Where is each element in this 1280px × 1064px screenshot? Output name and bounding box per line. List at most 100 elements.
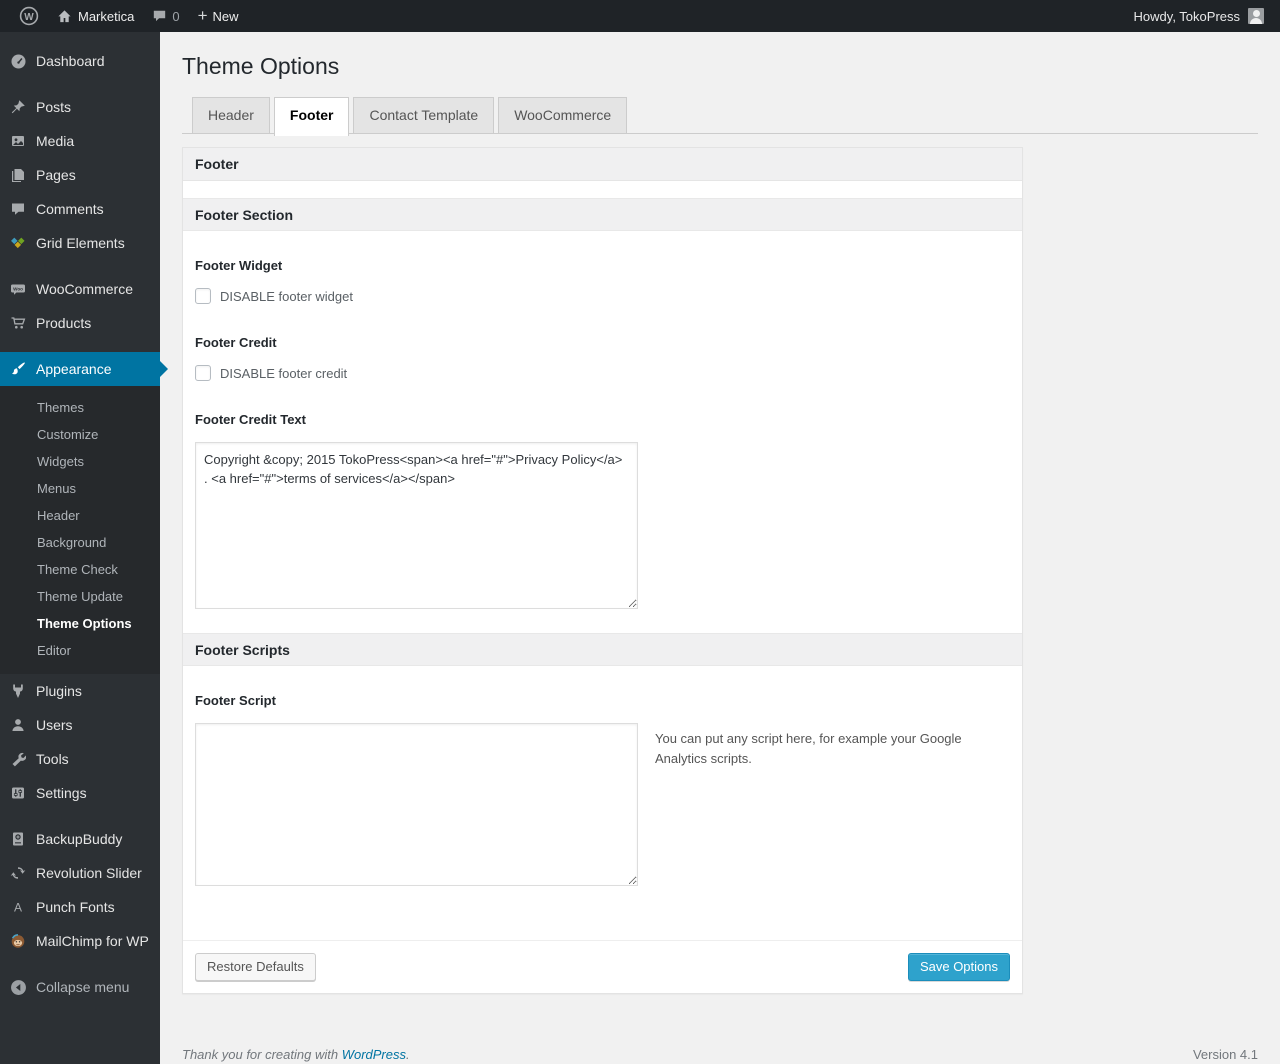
submenu-item-editor[interactable]: Editor [0,637,160,664]
submenu-item-menus[interactable]: Menus [0,475,160,502]
thanks-suffix: . [406,1047,410,1062]
dashboard-icon [8,51,28,71]
sidebar-item-label: MailChimp for WP [36,933,149,949]
sidebar-item-label: Comments [36,201,104,217]
sidebar-item-revolution-slider[interactable]: Revolution Slider [0,856,160,890]
collapse-menu-label: Collapse menu [36,979,130,995]
submenu-item-header[interactable]: Header [0,502,160,529]
grid-elements-icon [8,233,28,253]
disable-footer-widget-label[interactable]: DISABLE footer widget [220,289,353,304]
tab-contact-template[interactable]: Contact Template [353,97,495,133]
section-header-footer-section[interactable]: Footer Section [183,198,1022,231]
site-menu[interactable]: Marketica [48,0,143,32]
collapse-menu-button[interactable]: Collapse menu [0,970,160,1004]
disable-footer-credit-checkbox[interactable] [195,365,211,381]
tab-header[interactable]: Header [192,97,270,133]
admin-footer: Thank you for creating with WordPress. V… [182,1047,1258,1062]
footer-thanks-text: Thank you for creating with WordPress. [182,1047,410,1062]
plus-icon: + [197,5,208,25]
sidebar-item-mailchimp[interactable]: MailChimp for WP [0,924,160,958]
sidebar-item-pages[interactable]: Pages [0,158,160,192]
footer-credit-label: Footer Credit [195,335,277,350]
thanks-prefix: Thank you for creating with [182,1047,342,1062]
wrench-icon [8,749,28,769]
save-options-button[interactable]: Save Options [907,953,1010,981]
sidebar-item-plugins[interactable]: Plugins [0,674,160,708]
paintbrush-icon [8,359,28,379]
sidebar-item-label: WooCommerce [36,281,133,297]
submenu-item-theme-check[interactable]: Theme Check [0,556,160,583]
sidebar-item-label: BackupBuddy [36,831,123,847]
disable-footer-widget-checkbox[interactable] [195,288,211,304]
sidebar-item-posts[interactable]: Posts [0,90,160,124]
sidebar-item-label: Products [36,315,92,331]
sidebar-item-comments[interactable]: Comments [0,192,160,226]
submenu-item-widgets[interactable]: Widgets [0,448,160,475]
submenu-item-themes[interactable]: Themes [0,394,160,421]
mailchimp-monkey-icon [8,931,28,951]
sidebar-item-label: Plugins [36,683,82,699]
sidebar-item-settings[interactable]: Settings [0,776,160,810]
submenu-item-customize[interactable]: Customize [0,421,160,448]
plugin-icon [8,681,28,701]
sidebar-item-dashboard[interactable]: Dashboard [0,44,160,78]
comments-bubble[interactable]: 0 [143,0,188,32]
sidebar-item-products[interactable]: Products [0,306,160,340]
woocommerce-icon: Woo [8,279,28,299]
wordpress-link[interactable]: WordPress [342,1047,406,1062]
sidebar-item-media[interactable]: Media [0,124,160,158]
footer-credit-text-textarea[interactable]: Copyright &copy; 2015 TokoPress<span><a … [195,442,638,609]
site-name: Marketica [78,8,135,24]
sidebar-item-label: Settings [36,785,87,801]
sidebar-item-woocommerce[interactable]: Woo WooCommerce [0,272,160,306]
restore-defaults-button[interactable]: Restore Defaults [195,953,316,981]
cart-icon [8,313,28,333]
sidebar-item-tools[interactable]: Tools [0,742,160,776]
new-menu[interactable]: + New [189,0,248,32]
home-icon [57,9,72,24]
sidebar-item-punch-fonts[interactable]: A Punch Fonts [0,890,160,924]
svg-text:Woo: Woo [13,287,23,292]
submenu-item-theme-update[interactable]: Theme Update [0,583,160,610]
howdy-account-label[interactable]: Howdy, TokoPress [1134,9,1240,24]
footer-credit-text-label: Footer Credit Text [195,412,306,427]
svg-text:A: A [14,901,22,915]
refresh-arrows-icon [8,863,28,883]
panel-spacer [183,181,1022,198]
tab-woocommerce[interactable]: WooCommerce [498,97,628,133]
comment-bubble-icon [152,9,167,23]
media-icon [8,131,28,151]
sidebar-item-appearance[interactable]: Appearance [0,352,168,386]
sidebar-item-label: Appearance [36,361,112,377]
tab-footer[interactable]: Footer [273,97,350,136]
page-title: Theme Options [182,53,340,79]
avatar[interactable] [1248,8,1264,24]
user-icon [8,715,28,735]
pages-icon [8,165,28,185]
footer-script-label: Footer Script [195,693,276,708]
admin-sidebar: Dashboard Posts Media Pages Comments Gri… [0,32,168,1064]
sidebar-item-backupbuddy[interactable]: BackupBuddy [0,822,160,856]
footer-script-help-text: You can put any script here, for example… [655,731,962,766]
sidebar-item-label: Revolution Slider [36,865,142,881]
sidebar-item-label: Tools [36,751,69,767]
submenu-item-theme-options[interactable]: Theme Options [0,610,160,637]
footer-script-textarea[interactable] [195,723,638,886]
tab-bar: Header Footer Contact Template WooCommerce [182,97,1258,136]
footer-section-content: Footer Widget DISABLE footer widget Foot… [183,231,1022,633]
letter-a-icon: A [8,897,28,917]
submenu-item-background[interactable]: Background [0,529,160,556]
comments-icon [8,199,28,219]
sidebar-item-grid-elements[interactable]: Grid Elements [0,226,160,260]
wordpress-logo-icon[interactable]: W [10,0,48,32]
panel-title-footer[interactable]: Footer [183,148,1022,181]
sidebar-item-users[interactable]: Users [0,708,160,742]
sidebar-item-label: Grid Elements [36,235,125,251]
section-header-footer-scripts[interactable]: Footer Scripts [183,633,1022,666]
footer-widget-label: Footer Widget [195,258,283,273]
disable-footer-credit-label[interactable]: DISABLE footer credit [220,366,347,381]
svg-text:W: W [24,12,34,23]
appearance-submenu: Themes Customize Widgets Menus Header Ba… [0,386,160,674]
sidebar-item-label: Users [36,717,73,733]
sidebar-item-label: Posts [36,99,72,115]
